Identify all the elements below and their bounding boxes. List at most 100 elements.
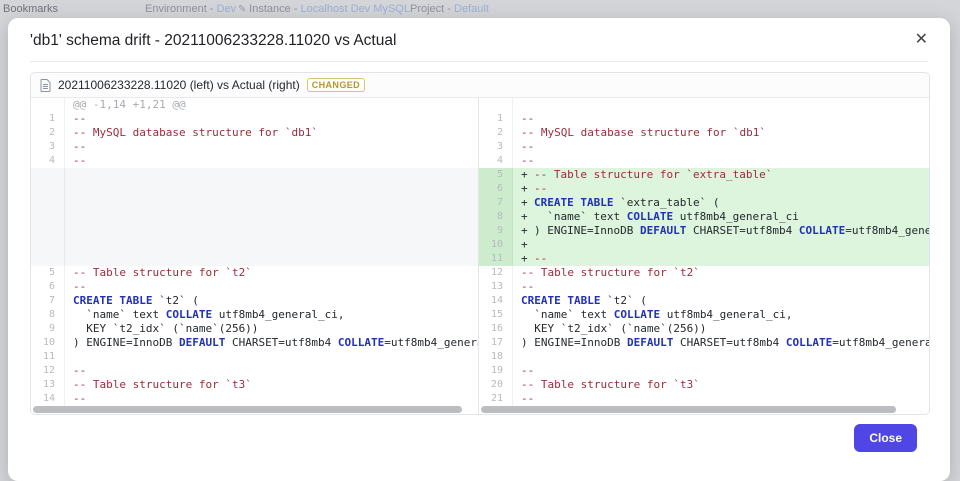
line-number: 12: [479, 266, 513, 280]
diff-filler-row: [31, 182, 478, 196]
line-number: 13: [479, 280, 513, 294]
diff-filler-row: [31, 238, 478, 252]
diff-line: 6 --: [31, 280, 478, 294]
line-number: 2: [479, 126, 513, 140]
line-number: 6: [479, 182, 513, 196]
code-text: -- Table structure for `t3`: [521, 378, 700, 391]
line-number: [31, 210, 65, 224]
diff-line: 18: [479, 350, 929, 364]
diff-line: 11 + --: [479, 252, 929, 266]
line-number: [31, 182, 65, 196]
instance-value[interactable]: Localhost Dev MySQL: [301, 3, 410, 15]
diff-line: 4 --: [479, 154, 929, 168]
environment-value[interactable]: Dev: [217, 3, 237, 15]
close-button[interactable]: Close: [854, 424, 917, 452]
close-icon[interactable]: ✕: [911, 30, 932, 50]
code-text: + -- Table structure for `extra_table`: [513, 168, 929, 182]
line-number: 1: [31, 112, 65, 126]
line-number: [31, 196, 65, 210]
code-text: -- Table structure for `t2`: [73, 266, 252, 279]
diff-line: 8 `name` text COLLATE utf8mb4_general_ci…: [31, 308, 478, 322]
diff-line: 15 `name` text COLLATE utf8mb4_general_c…: [479, 308, 929, 322]
line-number: [31, 224, 65, 238]
line-number: 10: [479, 238, 513, 252]
diff-card: 20211006233228.11020 (left) vs Actual (r…: [30, 72, 930, 415]
added-line-sign: +: [521, 238, 528, 251]
line-number: 6: [31, 280, 65, 294]
code-text: CREATE TABLE `t2` (: [73, 294, 199, 307]
code-text: --: [73, 112, 87, 125]
header-divider: [30, 61, 928, 62]
code-text: --: [521, 112, 535, 125]
line-number: 11: [31, 350, 65, 364]
diff-line: 2 -- MySQL database structure for `db1`: [479, 126, 929, 140]
line-number: 5: [479, 168, 513, 182]
diff-line: 6 + --: [479, 182, 929, 196]
code-text: --: [73, 364, 87, 377]
diff-line: 4 --: [31, 154, 478, 168]
line-number: 2: [31, 126, 65, 140]
added-line-sign: +: [521, 168, 528, 181]
code-text: --: [521, 280, 535, 293]
instance-label: Instance -: [249, 3, 301, 15]
diff-filler-row: [31, 168, 478, 182]
line-number: 15: [479, 308, 513, 322]
diff-line: 17) ENGINE=InnoDB DEFAULT CHARSET=utf8mb…: [479, 336, 929, 350]
status-badge: CHANGED: [306, 78, 366, 92]
line-number: 20: [479, 378, 513, 392]
environment-label: Environment -: [145, 3, 217, 15]
line-number: 5: [31, 266, 65, 280]
code-text: `name` text COLLATE utf8mb4_general_ci,: [73, 308, 345, 321]
instance-selector[interactable]: ✎ Instance - Localhost Dev MySQL: [238, 3, 410, 15]
hunk-header: @@ -1,14 +1,21 @@: [73, 98, 186, 111]
diff-line: 10 +: [479, 238, 929, 252]
diff-line: 14 CREATE TABLE `t2` (: [479, 294, 929, 308]
line-number: [31, 252, 65, 266]
added-line-sign: +: [521, 224, 528, 237]
code-text: --: [521, 364, 535, 377]
line-number: 13: [31, 378, 65, 392]
diff-line: 9 KEY `t2_idx` (`name`(256)): [31, 322, 478, 336]
code-text: --: [73, 154, 87, 167]
diff-filler-row: [31, 252, 478, 266]
modal-footer: Close: [8, 415, 950, 452]
code-text: + --: [513, 252, 929, 266]
diff-line: 21 --: [479, 392, 929, 406]
code-text: + `name` text COLLATE utf8mb4_general_ci: [513, 210, 929, 224]
diff-line: 16 KEY `t2_idx` (`name`(256)): [479, 322, 929, 336]
horizontal-scrollbar-left[interactable]: [33, 406, 462, 413]
background-topbar: Bookmarks Environment - Dev ✎ Instance -…: [0, 0, 960, 18]
diff-line: 12 --: [31, 364, 478, 378]
diff-line: 8 + `name` text COLLATE utf8mb4_general_c…: [479, 210, 929, 224]
line-number: 17: [479, 336, 513, 350]
diff-line: 2 -- MySQL database structure for `db1`: [31, 126, 478, 140]
diff-line: 7 + CREATE TABLE `extra_table` (: [479, 196, 929, 210]
line-number: 1: [479, 112, 513, 126]
added-line-sign: +: [521, 210, 528, 223]
line-number: 19: [479, 364, 513, 378]
modal-header: 'db1' schema drift - 20211006233228.1102…: [8, 18, 950, 61]
line-number: 7: [479, 196, 513, 210]
diff-line: 14 --: [31, 392, 478, 406]
line-number: 7: [31, 294, 65, 308]
line-number: 8: [31, 308, 65, 322]
line-number: 14: [479, 294, 513, 308]
diff-line: [479, 98, 929, 112]
diff-line: 3 --: [31, 140, 478, 154]
code-text: -- Table structure for `t2`: [521, 266, 700, 279]
line-number: 10: [31, 336, 65, 350]
environment-selector[interactable]: Environment - Dev: [145, 3, 236, 15]
code-text: -- MySQL database structure for `db1`: [73, 126, 319, 139]
diff-line: 13 -- Table structure for `t3`: [31, 378, 478, 392]
project-value[interactable]: Default: [454, 3, 489, 15]
code-text: -- MySQL database structure for `db1`: [521, 126, 767, 139]
horizontal-scrollbar-right[interactable]: [481, 406, 896, 413]
line-number: 4: [479, 154, 513, 168]
code-text: --: [73, 140, 87, 153]
project-selector[interactable]: Project - Default: [410, 3, 489, 15]
file-icon: [40, 78, 51, 92]
